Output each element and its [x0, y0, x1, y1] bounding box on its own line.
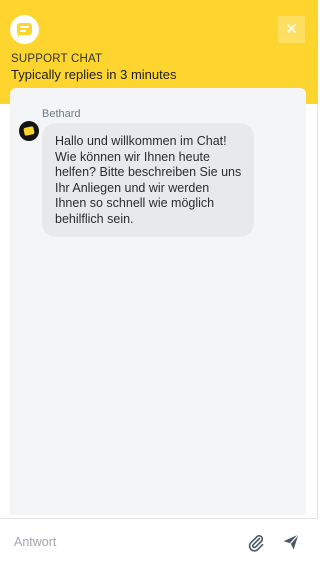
composer-bar	[0, 518, 318, 564]
message-list[interactable]: Bethard Hallo und willkommen im Chat! Wi…	[10, 88, 306, 515]
send-icon	[283, 534, 299, 550]
message-sender: Bethard	[42, 108, 81, 120]
attach-button[interactable]	[246, 532, 266, 552]
message-bubble: Hallo und willkommen im Chat! Wie können…	[42, 123, 254, 237]
agent-avatar	[19, 121, 39, 141]
paperclip-icon	[248, 535, 264, 552]
chat-bubble-icon	[10, 15, 39, 44]
chat-title: SUPPORT CHAT	[11, 53, 103, 65]
chat-widget: ✕ SUPPORT CHAT Typically replies in 3 mi…	[0, 0, 318, 564]
close-icon: ✕	[285, 21, 298, 38]
close-button[interactable]: ✕	[278, 16, 305, 43]
reply-time-subtitle: Typically replies in 3 minutes	[11, 67, 177, 82]
reply-input[interactable]	[14, 532, 234, 552]
send-button[interactable]	[281, 532, 301, 552]
